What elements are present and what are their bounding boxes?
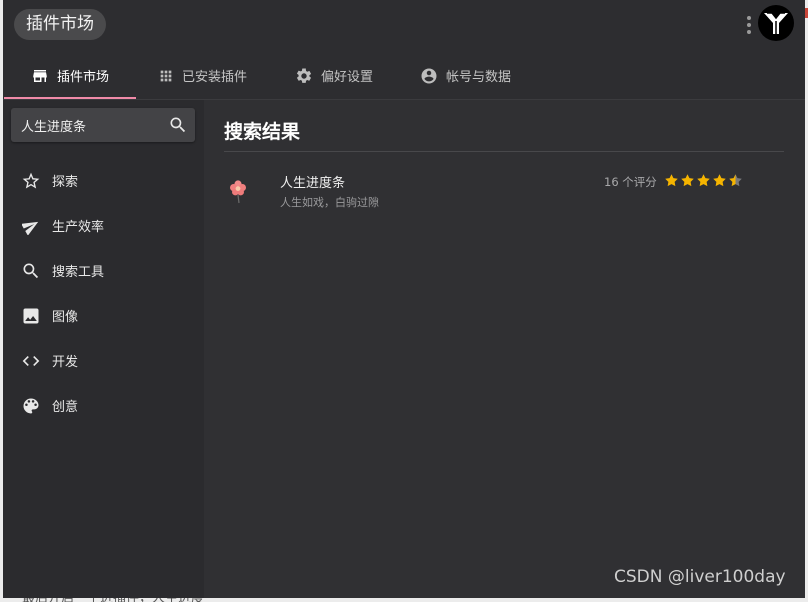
rating-stars [664, 173, 744, 188]
apps-grid-icon [160, 70, 172, 81]
code-icon [21, 351, 41, 371]
sidebar-item-development[interactable]: 开发 [3, 338, 204, 383]
search-icon [21, 261, 41, 281]
app-title: 插件市场 [14, 9, 106, 40]
palette-icon [21, 396, 41, 416]
sidebar-item-label: 搜索工具 [52, 265, 105, 280]
divider [224, 151, 784, 152]
screen: 最后开启一个进插件，人生进度 插件市场 插件市场 [0, 0, 808, 602]
star-filled-icon [697, 174, 710, 187]
star-filled-icon [665, 174, 678, 187]
search-icon[interactable] [168, 115, 188, 135]
rating-count: 16 个评分 [604, 175, 657, 189]
utools-logo-icon[interactable] [758, 5, 794, 41]
tab-label: 已安装插件 [182, 70, 248, 85]
result-title: 人生进度条 [280, 176, 346, 191]
tab-label: 偏好设置 [321, 70, 374, 85]
result-description: 人生如戏，白驹过隙 [280, 196, 379, 209]
sidebar-item-productivity[interactable]: 生产效率 [3, 203, 204, 248]
tab-preferences[interactable]: 偏好设置 [295, 52, 373, 99]
send-icon [21, 216, 41, 236]
search-box [11, 108, 195, 142]
star-outline-icon [21, 171, 41, 191]
tab-label: 插件市场 [57, 70, 110, 85]
category-sidebar: 探索 生产效率 搜索工具 图像 [3, 100, 204, 598]
tab-plugin-market[interactable]: 插件市场 [31, 52, 109, 99]
sidebar-item-label: 创意 [52, 400, 79, 415]
star-filled-icon [681, 174, 694, 187]
flower-icon [230, 180, 246, 204]
search-results-panel: 搜索结果 人生进度条 人生如戏，白驹过隙 16 个评分 [204, 100, 805, 598]
gear-icon [296, 67, 312, 83]
sidebar-item-label: 探索 [52, 175, 79, 190]
watermark: CSDN @liver100day [614, 567, 786, 587]
store-icon [33, 69, 47, 82]
star-half-icon [729, 174, 742, 187]
sidebar-item-label: 图像 [52, 310, 79, 325]
active-tab-indicator [4, 97, 136, 99]
sidebar-item-search-tools[interactable]: 搜索工具 [3, 248, 204, 293]
page-title: 搜索结果 [224, 121, 301, 143]
more-vert-icon[interactable] [745, 14, 753, 36]
window-header: 插件市场 [3, 0, 805, 52]
account-circle-icon [421, 68, 437, 83]
sidebar-item-label: 生产效率 [52, 220, 105, 235]
sidebar-item-label: 开发 [52, 355, 79, 370]
sidebar-item-creative[interactable]: 创意 [3, 383, 204, 428]
tab-installed-plugins[interactable]: 已安装插件 [158, 52, 247, 99]
search-input[interactable] [21, 108, 161, 142]
tab-account-data[interactable]: 帐号与数据 [420, 52, 511, 99]
sidebar-item-image[interactable]: 图像 [3, 293, 204, 338]
tab-label: 帐号与数据 [446, 70, 512, 85]
star-filled-icon [713, 174, 726, 187]
sidebar-item-explore[interactable]: 探索 [3, 158, 204, 203]
result-item[interactable]: 人生进度条 人生如戏，白驹过隙 16 个评分 [224, 166, 784, 212]
image-icon [21, 306, 41, 326]
tab-bar: 插件市场 已安装插件 偏好设置 帐号与数据 [3, 52, 805, 100]
plugin-market-window: 插件市场 插件市场 已安装插件 偏好设置 帐号与数据 人生进度条 探索 生产效率… [3, 0, 805, 598]
